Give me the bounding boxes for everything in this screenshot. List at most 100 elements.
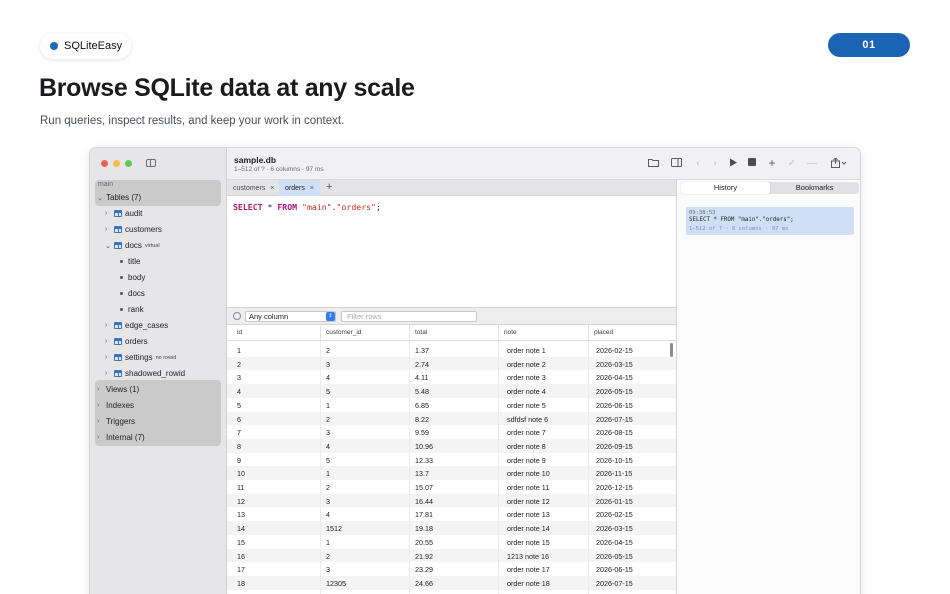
column-header-note[interactable]: note — [504, 329, 517, 336]
sidebar-column-docs[interactable]: docs — [120, 289, 145, 298]
cell-placed[interactable]: 2026-03-15 — [596, 360, 633, 369]
cell-customer-id[interactable]: 1 — [326, 401, 330, 410]
cell-total[interactable]: 2.74 — [415, 360, 429, 369]
cell-id[interactable]: 14 — [237, 524, 245, 533]
cell-total[interactable]: 8.22 — [415, 415, 429, 424]
sidebar-item-shadowed-rowid[interactable]: › shadowed_rowid — [105, 369, 185, 378]
cell-note[interactable]: order note 4 — [507, 387, 546, 396]
cell-note[interactable]: order note 11 — [507, 483, 549, 492]
cell-id[interactable]: 4 — [237, 387, 241, 396]
cell-customer-id[interactable]: 3 — [326, 428, 330, 437]
cell-total[interactable]: 16.44 — [415, 497, 433, 506]
remove-icon[interactable]: — — [806, 158, 818, 169]
tab-orders[interactable]: orders × — [279, 180, 320, 196]
table-row[interactable]: 12 3 16.44 order note 12 2026-01-15 — [227, 493, 676, 508]
cell-total[interactable]: 12.33 — [415, 456, 433, 465]
table-row[interactable]: 8 4 10.96 order note 8 2026-09-15 — [227, 438, 676, 453]
sidebar-item-audit[interactable]: › audit — [105, 209, 142, 218]
cell-note[interactable]: order note 13 — [507, 510, 550, 519]
minimize-window-button[interactable] — [113, 160, 120, 167]
table-row[interactable]: 18 12305 24.66 order note 18 2026-07-15 — [227, 575, 676, 590]
cell-placed[interactable]: 2026-03-15 — [596, 524, 633, 533]
column-header-id[interactable]: id — [237, 329, 242, 336]
cell-placed[interactable]: 2026-12-15 — [596, 483, 633, 492]
close-tab-icon[interactable]: × — [310, 185, 314, 192]
cell-total[interactable]: 19.18 — [415, 524, 433, 533]
filter-rows-input[interactable]: Filter rows — [341, 311, 477, 322]
cell-customer-id[interactable]: 5 — [326, 387, 330, 396]
sidebar-item-tables[interactable]: ⌄ Tables (7) — [97, 193, 141, 202]
cell-note[interactable]: order note 5 — [507, 401, 546, 410]
cell-note[interactable]: order note 10 — [507, 469, 550, 478]
cell-id[interactable]: 5 — [237, 401, 241, 410]
table-row[interactable]: 11 2 15.07 order note 11 2026-12-15 — [227, 480, 676, 494]
cell-placed[interactable]: 2026-06-15 — [596, 401, 633, 410]
cell-placed[interactable]: 2026-08-15 — [596, 428, 633, 437]
cell-note[interactable]: order note 8 — [507, 442, 546, 451]
cell-customer-id[interactable]: 5 — [326, 456, 330, 465]
cell-note[interactable]: 1213 note 16 — [507, 552, 549, 561]
forward-icon[interactable]: › — [709, 158, 721, 169]
stop-icon[interactable] — [746, 158, 758, 169]
cell-customer-id[interactable]: 1512 — [326, 524, 342, 533]
folder-icon[interactable] — [647, 158, 659, 169]
cell-note[interactable]: order note 18 — [507, 579, 550, 588]
cell-note[interactable]: sdfdsf note 6 — [507, 415, 548, 424]
cell-placed[interactable]: 2026-01-15 — [596, 497, 633, 506]
sql-query[interactable]: SELECT * FROM "main"."orders"; — [233, 202, 381, 212]
close-window-button[interactable] — [101, 160, 108, 167]
cell-id[interactable]: 15 — [237, 538, 245, 547]
cell-total[interactable]: 9.59 — [415, 428, 429, 437]
zoom-window-button[interactable] — [125, 160, 132, 167]
cell-note[interactable]: order note 2 — [507, 360, 546, 369]
cell-id[interactable]: 6 — [237, 415, 241, 424]
sidebar-item-edge-cases[interactable]: › edge_cases — [105, 321, 168, 330]
cell-id[interactable]: 1 — [237, 346, 241, 355]
cell-id[interactable]: 3 — [237, 373, 241, 382]
cell-note[interactable]: order note 9 — [507, 456, 546, 465]
table-row[interactable]: 6 2 8.22 sdfdsf note 6 2026-07-15 — [227, 411, 676, 426]
cell-note[interactable]: order note 15 — [507, 538, 550, 547]
sidebar-item-internal[interactable]: › Internal (7) — [97, 433, 145, 442]
table-row[interactable]: 15 1 20.55 order note 15 2026-04-15 — [227, 535, 676, 549]
add-icon[interactable]: + — [766, 157, 778, 169]
tab-bookmarks[interactable]: Bookmarks — [770, 182, 859, 194]
tab-history[interactable]: History — [681, 182, 770, 194]
cell-note[interactable]: order note 1 — [507, 346, 546, 355]
cell-note[interactable]: order note 17 — [507, 565, 550, 574]
panel-icon[interactable] — [670, 158, 682, 169]
cell-id[interactable]: 16 — [237, 552, 245, 561]
cell-id[interactable]: 10 — [237, 469, 245, 478]
cell-total[interactable]: 13.7 — [415, 469, 429, 478]
sidebar-item-orders[interactable]: › orders — [105, 337, 148, 346]
cell-id[interactable]: 7 — [237, 428, 241, 437]
cell-total[interactable]: 6.85 — [415, 401, 429, 410]
cell-total[interactable]: 15.07 — [415, 483, 433, 492]
table-row[interactable]: 16 2 21.92 1213 note 16 2026-05-15 — [227, 548, 676, 563]
column-select[interactable]: Any column ⇕ — [245, 311, 336, 322]
sidebar-item-docs[interactable]: ⌄ docs virtual — [105, 241, 160, 250]
cell-customer-id[interactable]: 4 — [326, 442, 330, 451]
cell-customer-id[interactable]: 4 — [326, 510, 330, 519]
table-row[interactable]: 1 2 1.37 order note 1 2026-02-15 — [227, 343, 676, 357]
sidebar-item-customers[interactable]: › customers — [105, 225, 162, 234]
cell-customer-id[interactable]: 4 — [326, 373, 330, 382]
cell-placed[interactable]: 2026-02-15 — [596, 346, 633, 355]
cell-customer-id[interactable]: 2 — [326, 552, 330, 561]
column-header-customer-id[interactable]: customer_id — [326, 329, 361, 336]
table-row[interactable]: 9 5 12.33 order note 9 2026-10-15 — [227, 453, 676, 467]
table-row[interactable]: 5 1 6.85 order note 5 2026-06-15 — [227, 398, 676, 412]
cell-customer-id[interactable]: 2 — [326, 483, 330, 492]
cell-id[interactable]: 8 — [237, 442, 241, 451]
table-row[interactable]: 13 4 17.81 order note 13 2026-02-15 — [227, 507, 676, 521]
table-row[interactable]: 7 3 9.59 order note 7 2026-08-15 — [227, 425, 676, 439]
cell-placed[interactable]: 2026-02-15 — [596, 510, 633, 519]
sidebar-item-indexes[interactable]: › Indexes — [97, 401, 134, 410]
cell-total[interactable]: 5.48 — [415, 387, 429, 396]
cell-total[interactable]: 4.11 — [415, 373, 428, 382]
table-row[interactable]: 14 1512 19.18 order note 14 2026-03-15 — [227, 521, 676, 535]
column-header-total[interactable]: total — [415, 329, 427, 336]
cell-total[interactable]: 17.81 — [415, 510, 433, 519]
cell-id[interactable]: 17 — [237, 565, 245, 574]
commit-icon[interactable]: ✓ — [786, 158, 798, 169]
